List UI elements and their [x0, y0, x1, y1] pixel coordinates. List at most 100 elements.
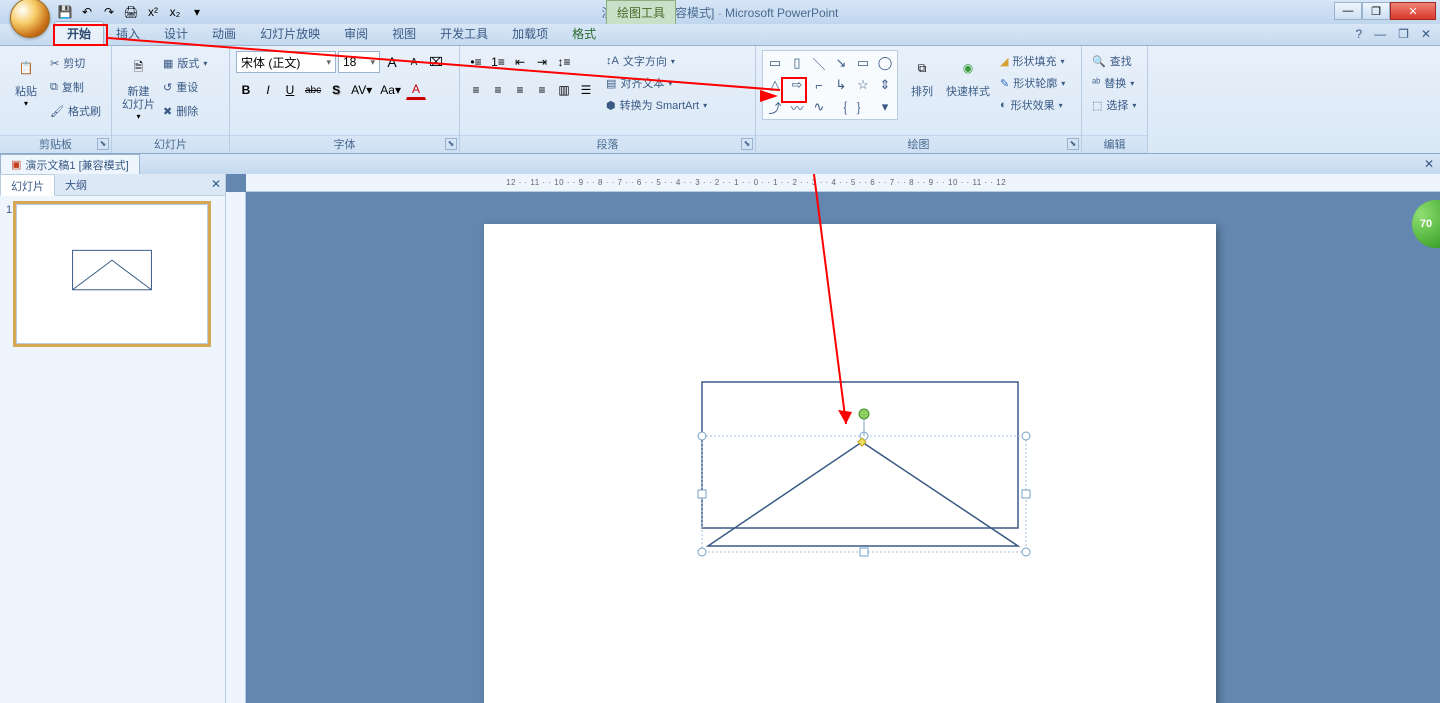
align-center-button[interactable]: ≡ [488, 80, 508, 100]
paste-button[interactable]: 📋 粘贴 ▾ [6, 50, 46, 110]
shape-brace-icon[interactable]: ｛ [831, 97, 851, 117]
redo-icon[interactable]: ↷ [100, 3, 118, 21]
bold-button[interactable]: B [236, 80, 256, 100]
reset-button[interactable]: ↺重设 [159, 76, 211, 98]
find-button[interactable]: 🔍查找 [1088, 50, 1136, 72]
text-direction-button[interactable]: ↕A文字方向▾ [602, 50, 711, 72]
shape-freeform-icon[interactable]: 〰 [787, 97, 807, 117]
tab-insert[interactable]: 插入 [104, 22, 152, 45]
tab-developer[interactable]: 开发工具 [428, 22, 500, 45]
shape-effects-button[interactable]: ◐形状效果▾ [996, 94, 1069, 116]
shape-oval-icon[interactable]: ◯ [875, 53, 895, 73]
font-launcher[interactable]: ⬊ [445, 138, 457, 150]
superscript-icon[interactable]: x² [144, 3, 162, 21]
save-icon[interactable]: 💾 [56, 3, 74, 21]
shape-outline-button[interactable]: ✎形状轮廓▾ [996, 72, 1069, 94]
quick-styles-button[interactable]: ◉ 快速样式 [942, 50, 994, 101]
paragraph-launcher[interactable]: ⬊ [741, 138, 753, 150]
shape-scribble-icon[interactable]: ∿ [809, 97, 829, 117]
sub-minimize-button[interactable]: — [1371, 26, 1389, 42]
shape-elbow-icon[interactable]: ⌐ [809, 75, 829, 95]
shadow-button[interactable]: S [326, 80, 346, 100]
justify-button[interactable]: ≡ [532, 80, 552, 100]
help-icon[interactable]: ? [1352, 26, 1365, 42]
delete-button[interactable]: ✖删除 [159, 100, 211, 122]
qat-more-icon[interactable]: ▾ [188, 3, 206, 21]
sub-close-button[interactable]: ✕ [1418, 26, 1434, 42]
select-button[interactable]: ⬚选择▾ [1088, 94, 1140, 116]
bullets-button[interactable]: •≡ [466, 52, 486, 72]
line-spacing-button[interactable]: ↕≡ [554, 52, 574, 72]
layout-button[interactable]: ▦版式▾ [159, 52, 211, 74]
align-text-button[interactable]: ▤对齐文本▾ [602, 72, 711, 94]
char-spacing-button[interactable]: AV▾ [348, 80, 375, 100]
increase-indent-button[interactable]: ⇥ [532, 52, 552, 72]
quickstyle-icon: ◉ [952, 52, 984, 84]
format-painter-button[interactable]: 🖌格式刷 [46, 100, 105, 122]
print-icon[interactable]: 🖨 [122, 3, 140, 21]
drawing-launcher[interactable]: ⬊ [1067, 138, 1079, 150]
strikethrough-button[interactable]: abc [302, 80, 324, 100]
shape-rbrace-icon[interactable]: ｝ [853, 97, 873, 117]
document-tab[interactable]: ▣ 演示文稿1 [兼容模式] [0, 154, 140, 174]
shrink-font-button[interactable]: A [404, 52, 424, 72]
document-close-button[interactable]: ✕ [1424, 157, 1434, 171]
shape-textbox-icon[interactable]: ▭ [765, 53, 785, 73]
shape-star-icon[interactable]: ☆ [853, 75, 873, 95]
tab-animation[interactable]: 动画 [200, 22, 248, 45]
shape-rect-icon[interactable]: ▭ [853, 53, 873, 73]
maximize-button[interactable]: ❐ [1362, 2, 1390, 20]
subscript-icon[interactable]: x₂ [166, 3, 184, 21]
tab-view[interactable]: 视图 [380, 22, 428, 45]
cut-button[interactable]: ✂剪切 [46, 52, 105, 74]
shape-fill-button[interactable]: ◢形状填充▾ [996, 50, 1069, 72]
shape-connector-icon[interactable]: ↳ [831, 75, 851, 95]
convert-smartart-button[interactable]: ⬢转换为 SmartArt▾ [602, 94, 711, 116]
shape-curve-icon[interactable]: ⤴ [765, 97, 785, 117]
new-slide-button[interactable]: 🗎 新建 幻灯片 ▾ [118, 50, 159, 123]
slide-thumbnail[interactable]: 1 [6, 204, 219, 344]
change-case-button[interactable]: Aa▾ [377, 80, 404, 100]
distribute-button[interactable]: ☰ [576, 80, 596, 100]
slide-1-thumb[interactable] [16, 204, 208, 344]
shapes-gallery[interactable]: ▭ ▯ ＼ ↘ ▭ ◯ △ ⇨ ⌐ ↳ ☆ ⇕ ⤴ 〰 ∿ ｛ ｝ ▾ [762, 50, 898, 120]
panel-close-button[interactable]: ✕ [211, 177, 221, 191]
shape-line-icon[interactable]: ＼ [809, 53, 829, 73]
minimize-button[interactable]: — [1334, 2, 1362, 20]
tab-addins[interactable]: 加载项 [500, 22, 560, 45]
sub-restore-button[interactable]: ❐ [1395, 26, 1412, 42]
italic-button[interactable]: I [258, 80, 278, 100]
clear-formatting-button[interactable]: ⌧ [426, 52, 446, 72]
underline-button[interactable]: U [280, 80, 300, 100]
shape-textbox-v-icon[interactable]: ▯ [787, 53, 807, 73]
tab-review[interactable]: 审阅 [332, 22, 380, 45]
panel-tab-outline[interactable]: 大纲 [55, 174, 97, 195]
shape-triangle-icon[interactable]: △ [765, 75, 785, 95]
numbering-button[interactable]: 1≡ [488, 52, 508, 72]
replace-button[interactable]: ᵃᵇ替换▾ [1088, 72, 1138, 94]
shape-arrow-icon[interactable]: ↘ [831, 53, 851, 73]
undo-icon[interactable]: ↶ [78, 3, 96, 21]
panel-tab-slides[interactable]: 幻灯片 [0, 174, 55, 196]
shapes-more-icon[interactable]: ▾ [875, 97, 895, 117]
shape-updown-icon[interactable]: ⇕ [875, 75, 895, 95]
copy-button[interactable]: ⧉复制 [46, 76, 105, 98]
clipboard-launcher[interactable]: ⬊ [97, 138, 109, 150]
columns-button[interactable]: ▥ [554, 80, 574, 100]
tab-format[interactable]: 格式 [560, 22, 608, 45]
tab-home[interactable]: 开始 [54, 21, 104, 46]
font-color-button[interactable]: A [406, 80, 426, 100]
tab-design[interactable]: 设计 [152, 22, 200, 45]
slide-canvas[interactable] [484, 224, 1216, 703]
shape-right-arrow-icon[interactable]: ⇨ [787, 75, 807, 95]
tab-slideshow[interactable]: 幻灯片放映 [248, 22, 332, 45]
align-right-button[interactable]: ≡ [510, 80, 530, 100]
text-direction-icon: ↕A [606, 55, 619, 67]
align-left-button[interactable]: ≡ [466, 80, 486, 100]
grow-font-button[interactable]: A [382, 52, 402, 72]
font-size-combo[interactable]: 18▾ [338, 51, 380, 73]
arrange-button[interactable]: ⧉ 排列 [902, 50, 942, 101]
decrease-indent-button[interactable]: ⇤ [510, 52, 530, 72]
close-button[interactable]: ✕ [1390, 2, 1436, 20]
font-name-combo[interactable]: 宋体 (正文)▾ [236, 51, 336, 73]
